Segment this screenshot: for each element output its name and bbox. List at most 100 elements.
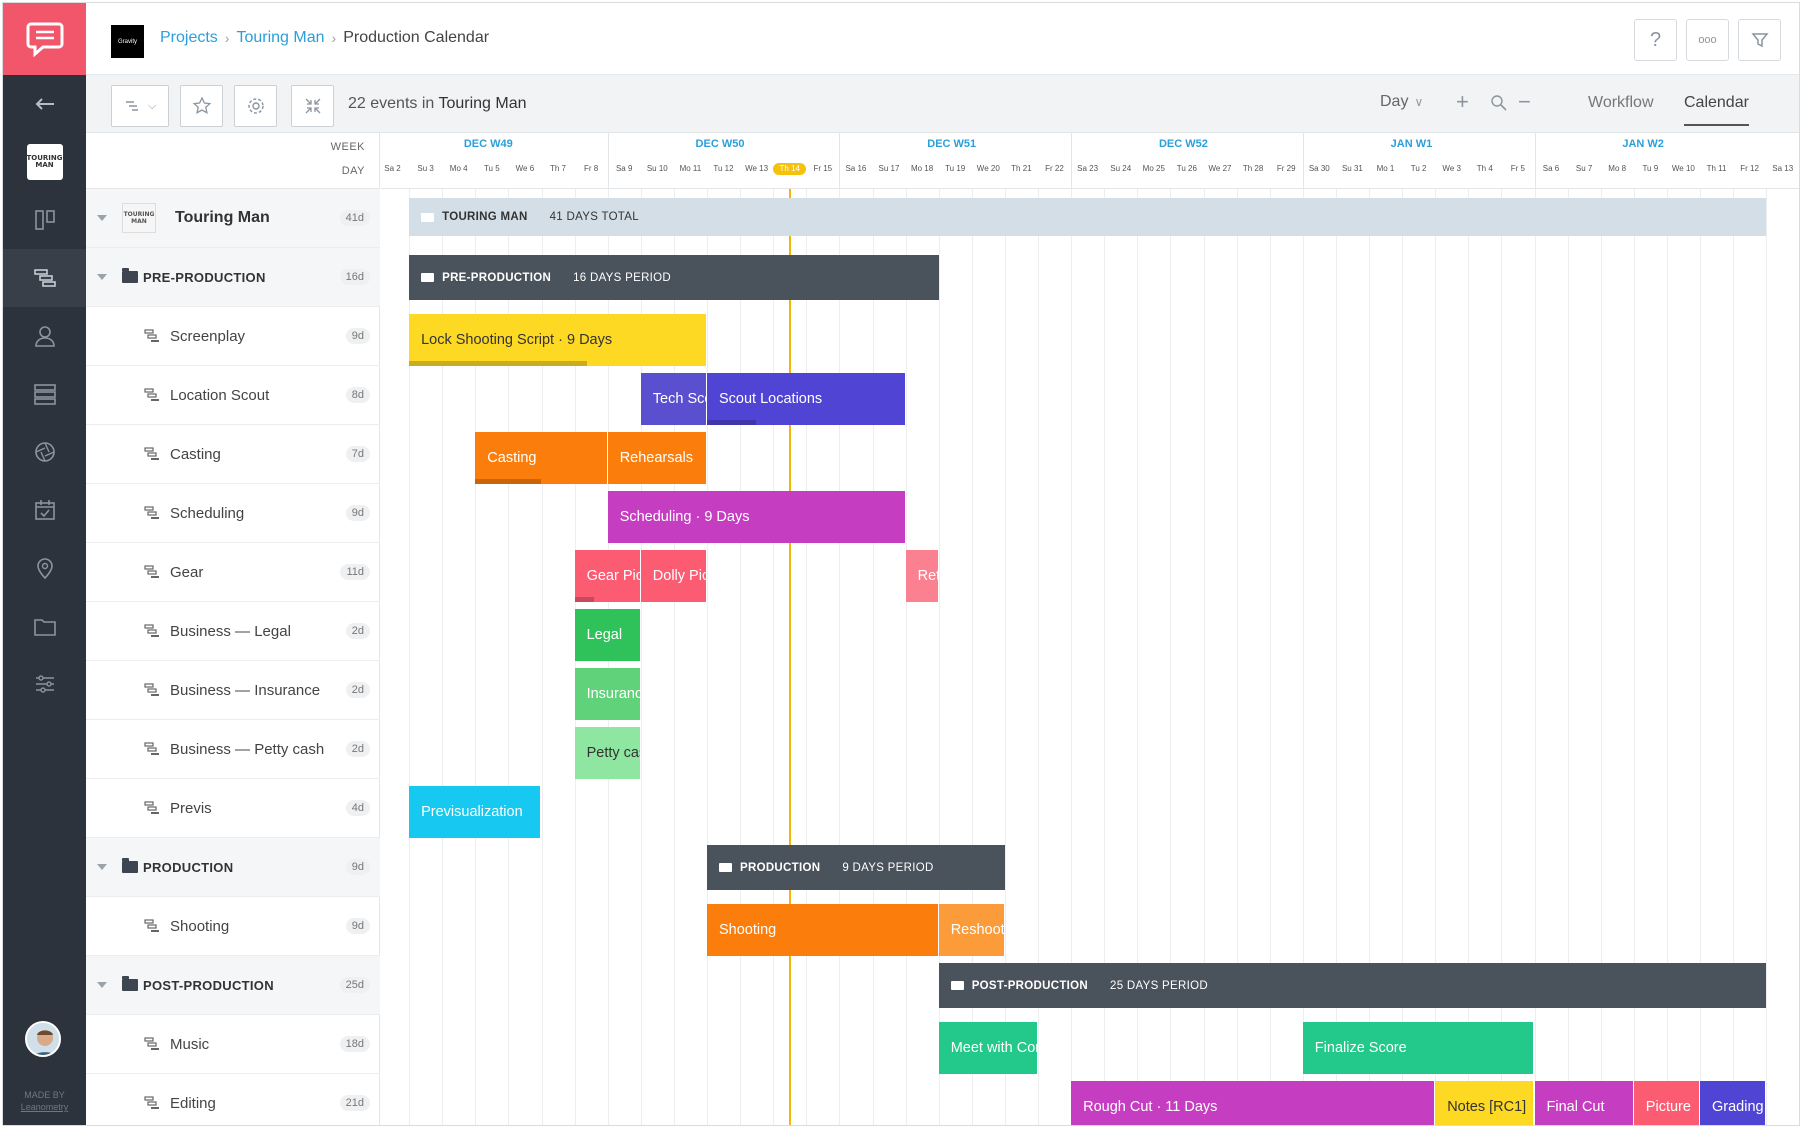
event-bar-shooting[interactable]: Shooting: [707, 904, 938, 956]
list-item[interactable]: Music 18d: [86, 1015, 380, 1074]
event-bar-previsualization[interactable]: Previsualization: [409, 786, 541, 838]
chevron-down-icon: ∨: [1414, 95, 1424, 109]
list-item[interactable]: Casting 7d: [86, 425, 380, 484]
breadcrumb-projects[interactable]: Projects: [160, 29, 218, 47]
list-item[interactable]: Editing 21d: [86, 1074, 380, 1125]
caret-down-icon[interactable]: [97, 215, 107, 221]
more-button[interactable]: ooo: [1686, 19, 1729, 61]
event-bar-notes-rc1[interactable]: Notes [RC1]: [1435, 1081, 1534, 1125]
day-label: Tu 12: [713, 164, 734, 173]
event-bar-meet-with-composer[interactable]: Meet with Composer: [938, 1022, 1037, 1074]
phase-duration: 9 DAYS PERIOD: [842, 861, 934, 874]
list-item[interactable]: Scheduling 9d: [86, 484, 380, 543]
list-item[interactable]: TOURING MAN Touring Man 41d: [86, 189, 380, 248]
tab-workflow[interactable]: Workflow: [1588, 94, 1654, 124]
list-item[interactable]: PRE-PRODUCTION 16d: [86, 248, 380, 307]
event-bar-dolly-pickup[interactable]: Dolly Pickup: [640, 550, 706, 602]
folder-icon[interactable]: [3, 597, 86, 655]
event-label: Finalize Score: [1314, 1040, 1407, 1056]
list-item[interactable]: Business — Petty cash 2d: [86, 720, 380, 779]
event-label: Meet with Composer: [950, 1040, 1037, 1056]
task-icon: [144, 1037, 160, 1051]
event-bar-insurance[interactable]: Insurance: [574, 668, 640, 720]
phase-post-production[interactable]: POST-PRODUCTION 25 DAYS PERIOD: [938, 963, 1767, 1008]
list-item[interactable]: PRODUCTION 9d: [86, 838, 380, 897]
zoom-out-icon[interactable]: −: [1518, 89, 1531, 115]
phase-production[interactable]: PRODUCTION 9 DAYS PERIOD: [707, 845, 1005, 890]
project-logo[interactable]: Gravity: [111, 25, 144, 58]
day-label: Su 10: [646, 164, 668, 173]
duration-badge: 9d: [345, 918, 370, 934]
event-label: Shooting: [719, 922, 777, 938]
event-bar-casting[interactable]: Casting: [475, 432, 607, 484]
day-label: Su 3: [417, 164, 434, 173]
stripboard-icon[interactable]: [3, 365, 86, 423]
week-label: JAN W1: [1390, 138, 1433, 150]
page-title: Production Calendar: [343, 29, 490, 46]
app-logo[interactable]: [3, 3, 86, 75]
list-item[interactable]: POST-PRODUCTION 25d: [86, 956, 380, 1015]
tab-calendar[interactable]: Calendar: [1684, 94, 1749, 126]
event-bar-scout-locations[interactable]: Scout Locations: [707, 373, 905, 425]
timeline-icon[interactable]: [3, 249, 86, 307]
event-label: Picture: [1645, 1099, 1691, 1115]
day-label: DAY: [341, 165, 365, 177]
day-label: Sa 16: [845, 164, 867, 173]
zoom-mode-select[interactable]: Day ∨: [1380, 93, 1423, 111]
event-bar-petty-cash[interactable]: Petty cash: [574, 727, 640, 779]
list-item[interactable]: Business — Insurance 2d: [86, 661, 380, 720]
event-bar-scheduling-9-days[interactable]: Scheduling · 9 Days: [607, 491, 905, 543]
list-item[interactable]: Previs 4d: [86, 779, 380, 838]
board-icon[interactable]: [3, 191, 86, 249]
user-avatar[interactable]: [25, 1021, 61, 1057]
event-bar-rough-cut-11-days[interactable]: Rough Cut · 11 Days: [1071, 1081, 1435, 1125]
event-bar-return[interactable]: Return: [905, 550, 938, 602]
list-item[interactable]: Location Scout 8d: [86, 366, 380, 425]
group-dropdown-button[interactable]: ⌵: [111, 85, 169, 127]
zoom-reset-icon[interactable]: [1490, 92, 1508, 118]
event-bar-gear-pickup[interactable]: Gear Pickup: [574, 550, 640, 602]
people-icon[interactable]: [3, 307, 86, 365]
phase-pre-production[interactable]: PRE-PRODUCTION 16 DAYS PERIOD: [409, 255, 939, 300]
grid-line: [806, 189, 808, 1125]
progress-fill: [707, 420, 757, 425]
day-label: We 13: [745, 164, 769, 173]
list-item[interactable]: Gear 11d: [86, 543, 380, 602]
caret-down-icon[interactable]: [97, 274, 107, 280]
caret-down-icon[interactable]: [97, 864, 107, 870]
day-label: Sa 6: [1542, 164, 1560, 173]
event-bar-picture[interactable]: Picture: [1633, 1081, 1699, 1125]
event-bar-final-cut[interactable]: Final Cut: [1534, 1081, 1633, 1125]
settings-button[interactable]: [234, 85, 277, 127]
list-item[interactable]: Shooting 9d: [86, 897, 380, 956]
caret-down-icon[interactable]: [97, 982, 107, 988]
project-thumb[interactable]: TOURING MAN: [3, 133, 86, 191]
filter-button[interactable]: [1738, 19, 1781, 61]
day-label: Sa 9: [615, 164, 633, 173]
list-item[interactable]: Screenplay 9d: [86, 307, 380, 366]
list-item[interactable]: Business — Legal 2d: [86, 602, 380, 661]
breadcrumb-project[interactable]: Touring Man: [236, 29, 324, 47]
favorite-button[interactable]: [180, 85, 223, 127]
project-thumb-icon: TOURING MAN: [122, 203, 156, 233]
sliders-icon[interactable]: [3, 655, 86, 713]
event-bar-legal[interactable]: Legal: [574, 609, 640, 661]
collapse-button[interactable]: [291, 85, 334, 127]
zoom-in-icon[interactable]: +: [1456, 89, 1469, 115]
back-arrow-icon[interactable]: [3, 75, 86, 133]
event-bar-reshoots[interactable]: Reshoots: [938, 904, 1004, 956]
help-button[interactable]: ?: [1634, 19, 1677, 61]
week-separator: [1534, 133, 1536, 189]
event-bar-rehearsals[interactable]: Rehearsals: [607, 432, 706, 484]
phase-touring-man[interactable]: TOURING MAN 41 DAYS TOTAL: [409, 198, 1767, 236]
aperture-icon[interactable]: [3, 423, 86, 481]
location-pin-icon[interactable]: [3, 539, 86, 597]
event-bar-finalize-score[interactable]: Finalize Score: [1302, 1022, 1534, 1074]
event-bar-lock-shooting-script-9-days[interactable]: Lock Shooting Script · 9 Days: [409, 314, 706, 366]
calendar-icon[interactable]: [3, 481, 86, 539]
task-label: Music: [170, 1035, 210, 1053]
week-label: JAN W2: [1622, 138, 1664, 150]
event-bar-grading[interactable]: Grading: [1700, 1081, 1766, 1125]
event-bar-tech-scout[interactable]: Tech Scout: [640, 373, 706, 425]
help-icon: ?: [1649, 28, 1662, 51]
